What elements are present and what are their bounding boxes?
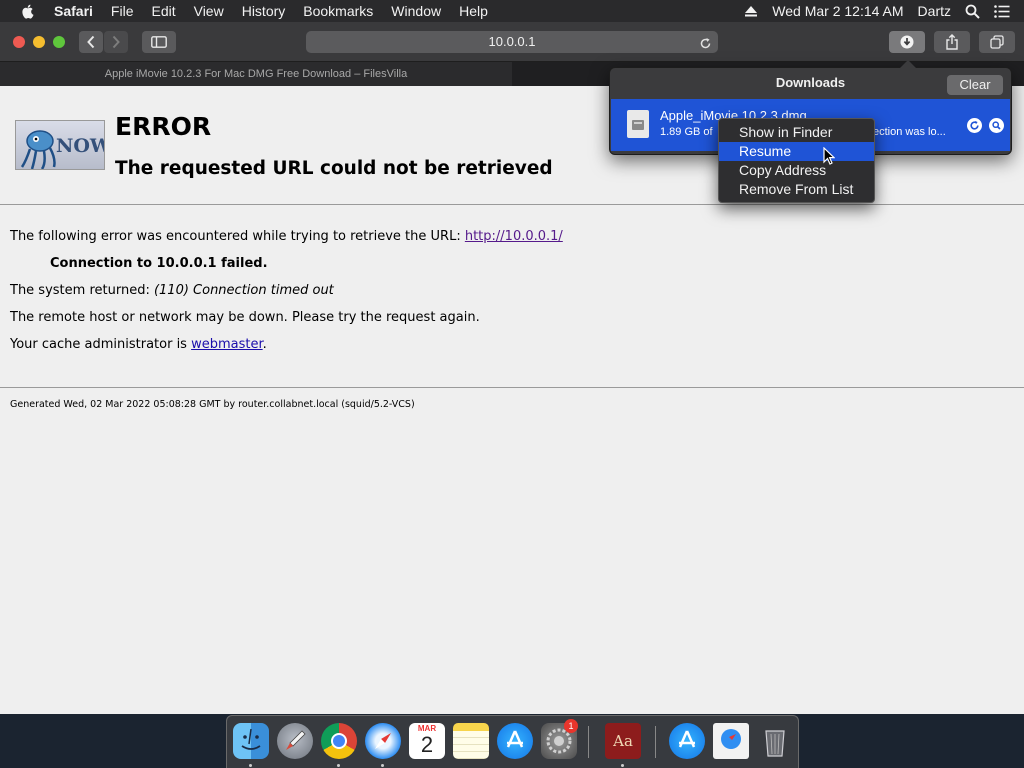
page-subtitle: The requested URL could not be retrieved <box>115 158 553 179</box>
menu-item-resume[interactable]: Resume <box>719 142 874 161</box>
squid-logo: NOW <box>15 120 105 170</box>
tabs-overview-button[interactable] <box>979 31 1015 53</box>
error-message: The following error was encountered whil… <box>10 229 563 244</box>
download-context-menu: Show in Finder Resume Copy Address Remov… <box>718 118 875 203</box>
notification-center-icon[interactable] <box>994 4 1010 18</box>
notification-badge: 1 <box>564 719 578 733</box>
zoom-window-button[interactable] <box>53 36 65 48</box>
resume-download-icon[interactable] <box>967 118 982 133</box>
share-icon <box>946 34 958 50</box>
system-returned-label: The system returned: <box>10 283 154 298</box>
menu-app-name[interactable]: Safari <box>54 0 93 22</box>
menu-bar: Safari File Edit View History Bookmarks … <box>0 0 1024 22</box>
download-progress-text: 1.89 GB of <box>660 126 713 138</box>
tab-title: Apple iMovie 10.2.3 For Mac DMG Free Dow… <box>104 68 408 80</box>
trash-icon[interactable] <box>757 723 793 759</box>
dock-separator <box>655 726 656 758</box>
connection-failed-text: Connection to 10.0.0.1 failed. <box>50 256 268 271</box>
back-button[interactable] <box>79 31 103 53</box>
menu-item-show-in-finder[interactable]: Show in Finder <box>719 123 874 142</box>
running-indicator <box>337 764 340 767</box>
dock: MAR 2 1 Aa <box>226 715 799 768</box>
app-store-icon[interactable] <box>497 723 533 759</box>
menu-item-copy-address[interactable]: Copy Address <box>719 161 874 180</box>
running-indicator <box>249 764 252 767</box>
forward-button[interactable] <box>104 31 128 53</box>
dictionary-icon[interactable]: Aa <box>605 723 641 759</box>
network-message: The remote host or network may be down. … <box>10 310 480 325</box>
menu-bookmarks[interactable]: Bookmarks <box>303 0 373 22</box>
eject-icon[interactable] <box>744 5 758 17</box>
system-returned-value: (110) Connection timed out <box>153 283 334 298</box>
address-text: 10.0.0.1 <box>488 34 536 49</box>
page-title: ERROR <box>115 112 212 141</box>
menu-file[interactable]: File <box>111 0 134 22</box>
running-indicator <box>381 764 384 767</box>
safari-icon[interactable] <box>365 723 401 759</box>
running-indicator <box>621 764 624 767</box>
minimize-window-button[interactable] <box>33 36 45 48</box>
notes-icon[interactable] <box>453 723 489 759</box>
show-in-finder-icon[interactable] <box>989 118 1004 133</box>
mouse-cursor-icon <box>823 147 835 165</box>
cache-admin-period: . <box>262 337 267 352</box>
menu-edit[interactable]: Edit <box>151 0 175 22</box>
tabs-icon <box>990 35 1004 49</box>
sidebar-icon <box>151 36 167 48</box>
chevron-right-icon <box>112 35 120 49</box>
system-returned: The system returned: (110) Connection ti… <box>10 283 334 298</box>
finder-icon[interactable] <box>233 723 269 759</box>
address-bar[interactable]: 10.0.0.1 <box>306 31 718 53</box>
calendar-day: 2 <box>420 732 434 757</box>
apple-icon[interactable] <box>20 3 36 19</box>
menu-user[interactable]: Dartz <box>918 3 951 19</box>
popover-caret <box>900 60 916 68</box>
error-message-text: The following error was encountered whil… <box>10 229 465 244</box>
downloads-stack-icon[interactable] <box>713 723 749 759</box>
share-button[interactable] <box>934 31 970 53</box>
app-store-downloads-icon[interactable] <box>669 723 705 759</box>
cache-admin: Your cache administrator is webmaster. <box>10 337 267 352</box>
dock-separator <box>588 726 589 758</box>
sidebar-toggle-button[interactable] <box>142 31 176 53</box>
reload-icon[interactable] <box>699 35 712 57</box>
dmg-file-icon <box>627 110 649 138</box>
menu-extras: Wed Mar 2 12:14 AM Dartz <box>744 0 1024 22</box>
download-arrow-icon <box>900 35 914 49</box>
calendar-icon[interactable]: MAR 2 <box>409 723 445 759</box>
launchpad-icon[interactable] <box>277 723 313 759</box>
cache-admin-label: Your cache administrator is <box>10 337 192 352</box>
tab-active[interactable]: Apple iMovie 10.2.3 For Mac DMG Free Dow… <box>0 62 512 86</box>
menu-view[interactable]: View <box>194 0 224 22</box>
menu-item-remove-from-list[interactable]: Remove From List <box>719 180 874 199</box>
requested-url-link[interactable]: http://10.0.0.1/ <box>465 229 563 244</box>
divider <box>0 204 1024 205</box>
spotlight-icon[interactable] <box>965 4 980 19</box>
menu-clock[interactable]: Wed Mar 2 12:14 AM <box>772 3 903 19</box>
browser-toolbar: 10.0.0.1 <box>0 22 1024 62</box>
menu-help[interactable]: Help <box>459 0 488 22</box>
webmaster-link[interactable]: webmaster <box>191 337 263 352</box>
downloads-button[interactable] <box>889 31 925 53</box>
clear-downloads-button[interactable]: Clear <box>947 75 1003 95</box>
menu-window[interactable]: Window <box>391 0 441 22</box>
menu-history[interactable]: History <box>242 0 286 22</box>
close-window-button[interactable] <box>13 36 25 48</box>
chrome-icon[interactable] <box>321 723 357 759</box>
dictionary-label: Aa <box>613 732 633 750</box>
logo-text: NOW <box>56 135 104 157</box>
page-footer: Generated Wed, 02 Mar 2022 05:08:28 GMT … <box>10 399 415 410</box>
download-status-text: ection was lo... <box>873 126 946 138</box>
divider <box>0 387 1024 388</box>
chevron-left-icon <box>87 35 95 49</box>
